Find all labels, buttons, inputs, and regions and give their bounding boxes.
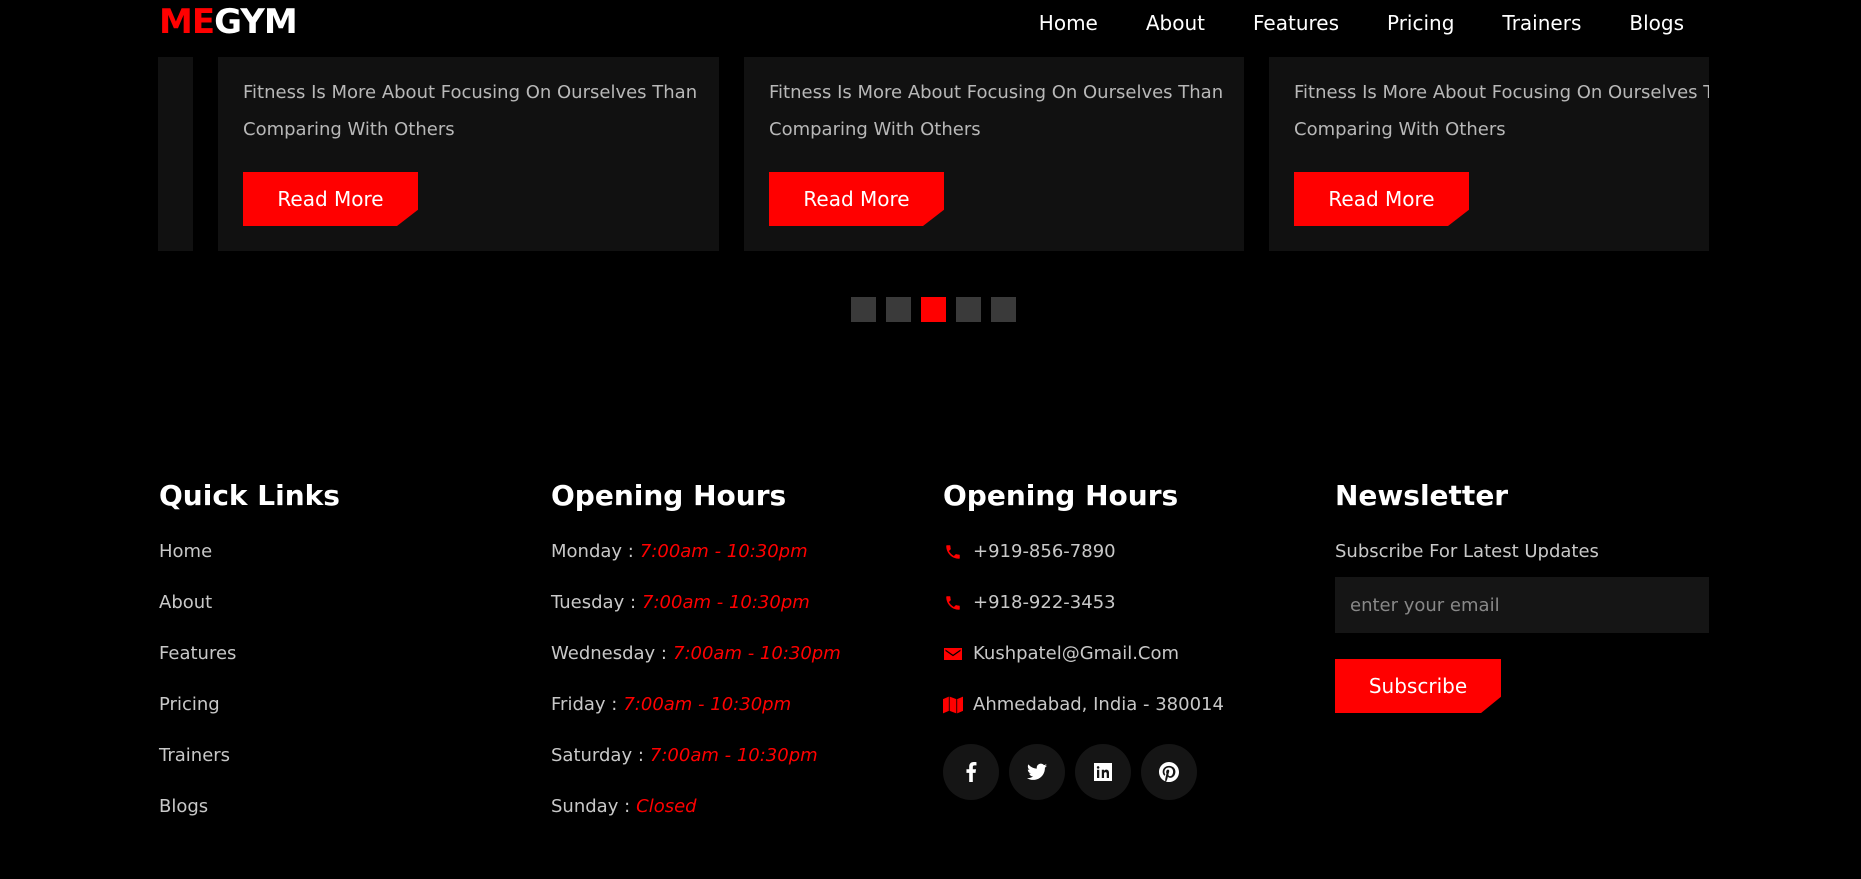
hours-time: Closed	[636, 796, 697, 817]
twitter-icon[interactable]	[1009, 744, 1065, 800]
contact-phone-1[interactable]: +919-856-7890	[943, 526, 1224, 577]
hours-row: Friday :7:00am - 10:30pm	[551, 679, 841, 730]
subscribe-button[interactable]: Subscribe	[1335, 659, 1501, 713]
address-text: Ahmedabad, India - 380014	[973, 694, 1224, 715]
carousel-dot[interactable]	[886, 297, 911, 322]
contact-column: Opening Hours +919-856-7890 +918-922-345…	[943, 476, 1224, 800]
email-address: Kushpatel@Gmail.Com	[973, 643, 1180, 664]
read-more-button[interactable]: Read More	[243, 172, 418, 226]
read-more-button[interactable]: Read More	[1294, 172, 1469, 226]
newsletter-title: Newsletter	[1335, 479, 1509, 512]
footer-link-about[interactable]: About	[159, 577, 340, 628]
quick-links-title: Quick Links	[159, 479, 340, 512]
hours-time: 7:00am - 10:30pm	[639, 541, 808, 562]
opening-hours-column: Opening Hours Monday :7:00am - 10:30pm T…	[551, 476, 841, 832]
newsletter-subtitle: Subscribe For Latest Updates	[1335, 541, 1599, 562]
linkedin-icon[interactable]	[1075, 744, 1131, 800]
nav-pricing[interactable]: Pricing	[1387, 8, 1454, 38]
carousel-dot[interactable]	[991, 297, 1016, 322]
nav-about[interactable]: About	[1146, 8, 1205, 38]
read-more-button[interactable]: Read More	[769, 172, 944, 226]
blog-card: Fitness Is More About Focusing On Oursel…	[744, 57, 1244, 251]
logo-part-gym: GYM	[214, 2, 298, 42]
blog-card: Fitness Is More About Focusing On Oursel…	[1269, 57, 1709, 251]
logo[interactable]: MEGYM	[159, 2, 298, 42]
newsletter-column: Newsletter Subscribe For Latest Updates …	[1335, 476, 1709, 713]
carousel-dot-active[interactable]	[921, 297, 946, 322]
hours-day: Sunday :	[551, 796, 631, 817]
nav-home[interactable]: Home	[1039, 8, 1098, 38]
hours-row: Saturday :7:00am - 10:30pm	[551, 730, 841, 781]
hours-time: 7:00am - 10:30pm	[649, 745, 818, 766]
hours-day: Wednesday :	[551, 643, 667, 664]
footer-link-blogs[interactable]: Blogs	[159, 781, 340, 832]
hours-day: Tuesday :	[551, 592, 637, 613]
facebook-icon[interactable]	[943, 744, 999, 800]
nav-features[interactable]: Features	[1253, 8, 1339, 38]
opening-hours-title: Opening Hours	[551, 479, 787, 512]
footer-link-features[interactable]: Features	[159, 628, 340, 679]
carousel-dot[interactable]	[956, 297, 981, 322]
phone-number: +918-922-3453	[973, 592, 1116, 613]
contact-phone-2[interactable]: +918-922-3453	[943, 577, 1224, 628]
hours-day: Monday :	[551, 541, 634, 562]
hours-day: Saturday :	[551, 745, 644, 766]
footer-link-trainers[interactable]: Trainers	[159, 730, 340, 781]
phone-icon	[943, 593, 963, 613]
blog-card-text: Fitness Is More About Focusing On Oursel…	[769, 82, 1224, 140]
site-header: MEGYM Home About Features Pricing Traine…	[0, 0, 1861, 48]
nav-trainers[interactable]: Trainers	[1502, 8, 1581, 38]
hours-row: Monday :7:00am - 10:30pm	[551, 526, 841, 577]
contact-title: Opening Hours	[943, 479, 1179, 512]
hours-time: 7:00am - 10:30pm	[623, 694, 792, 715]
hours-time: 7:00am - 10:30pm	[642, 592, 810, 613]
blog-card-text: Fitness Is More About Focusing On Oursel…	[243, 82, 698, 140]
phone-icon	[943, 542, 963, 562]
logo-part-me: ME	[159, 2, 215, 42]
email-input[interactable]	[1335, 577, 1709, 633]
blog-card: Fitness Is More About Focusing On Oursel…	[218, 57, 719, 251]
phone-number: +919-856-7890	[973, 541, 1116, 562]
hours-row: Tuesday :7:00am - 10:30pm	[551, 577, 841, 628]
carousel-pagination	[851, 297, 1016, 322]
contact-email[interactable]: Kushpatel@Gmail.Com	[943, 628, 1224, 679]
contact-address: Ahmedabad, India - 380014	[943, 679, 1224, 730]
quick-links-column: Quick Links Home About Features Pricing …	[159, 476, 340, 832]
blog-card-partial	[158, 57, 193, 251]
blog-card-text: Fitness Is More About Focusing On Oursel…	[1294, 82, 1709, 140]
hours-row: Wednesday : 7:00am - 10:30pm	[551, 628, 841, 679]
map-icon	[943, 695, 963, 715]
carousel-dot[interactable]	[851, 297, 876, 322]
footer-link-pricing[interactable]: Pricing	[159, 679, 340, 730]
hours-row: Sunday : Closed	[551, 781, 841, 832]
envelope-icon	[943, 644, 963, 664]
footer-link-home[interactable]: Home	[159, 526, 340, 577]
main-nav: Home About Features Pricing Trainers Blo…	[1039, 8, 1684, 38]
pinterest-icon[interactable]	[1141, 744, 1197, 800]
hours-time: 7:00am - 10:30pm	[673, 643, 841, 664]
social-links	[943, 744, 1224, 800]
nav-blogs[interactable]: Blogs	[1629, 8, 1684, 38]
hours-day: Friday :	[551, 694, 618, 715]
